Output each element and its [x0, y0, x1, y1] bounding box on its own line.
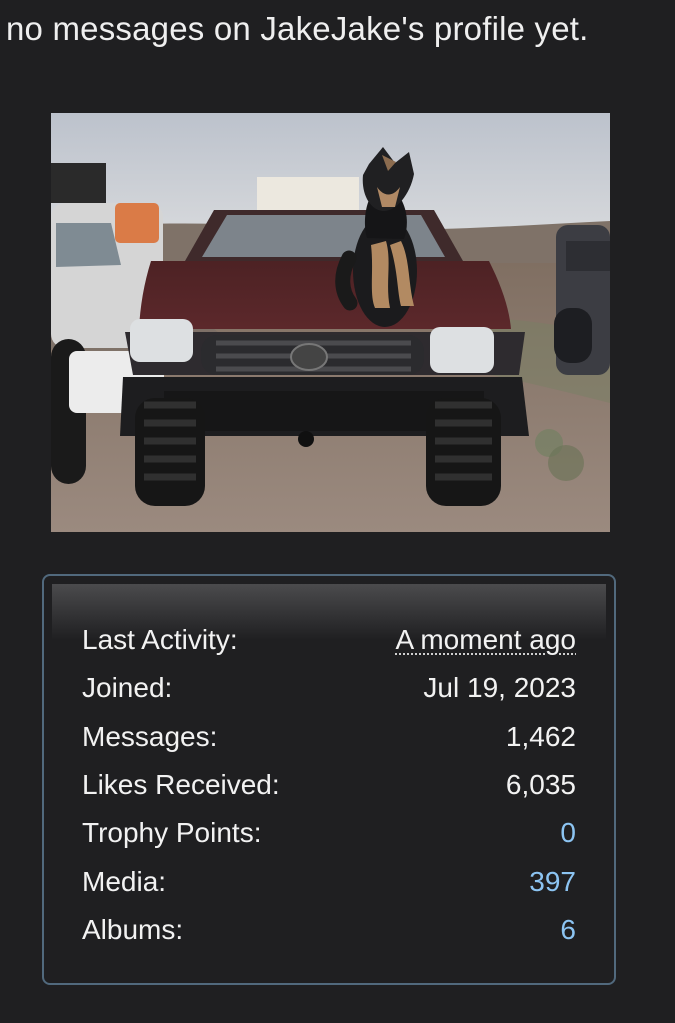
likes-received-label: Likes Received:	[82, 769, 280, 801]
dog-on-truck-photo-icon	[51, 113, 610, 532]
likes-received-row: Likes Received: 6,035	[82, 761, 576, 809]
likes-received-value: 6,035	[505, 769, 576, 801]
profile-stats-card: Last Activity: A moment ago Joined: Jul …	[42, 574, 616, 985]
media-label: Media:	[82, 865, 167, 897]
albums-row: Albums: 6	[82, 906, 576, 954]
messages-row: Messages: 1,462	[82, 713, 576, 761]
joined-label: Joined:	[82, 672, 173, 704]
last-activity-row: Last Activity: A moment ago	[82, 616, 576, 664]
trophy-points-label: Trophy Points:	[82, 817, 262, 849]
empty-profile-messages-text: no messages on JakeJake's profile yet.	[6, 10, 589, 47]
messages-value: 1,462	[505, 720, 576, 752]
last-activity-label: Last Activity:	[82, 624, 238, 656]
last-activity-value: A moment ago	[395, 624, 576, 656]
profile-stats-list: Last Activity: A moment ago Joined: Jul …	[82, 616, 576, 954]
joined-value: Jul 19, 2023	[423, 672, 576, 704]
albums-label: Albums:	[82, 913, 184, 945]
joined-row: Joined: Jul 19, 2023	[82, 664, 576, 712]
trophy-points-row: Trophy Points: 0	[82, 809, 576, 857]
messages-label: Messages:	[82, 720, 218, 752]
media-link[interactable]: 397	[529, 866, 576, 898]
albums-link[interactable]: 6	[560, 914, 576, 946]
media-row: Media: 397	[82, 857, 576, 905]
profile-photo[interactable]	[51, 113, 610, 532]
trophy-points-link[interactable]: 0	[560, 817, 576, 849]
